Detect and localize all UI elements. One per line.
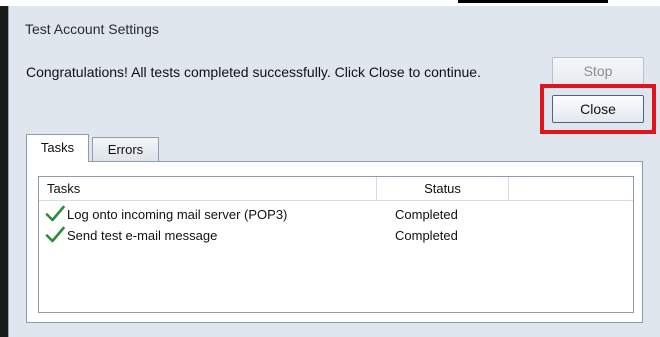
screenshot-page: Test Account Settings Congratulations! A… bbox=[0, 0, 660, 337]
stop-button[interactable]: Stop bbox=[552, 57, 644, 85]
column-header-status[interactable]: Status bbox=[377, 177, 509, 200]
cropped-text-fragment bbox=[458, 0, 608, 3]
title-bar: Test Account Settings bbox=[9, 6, 660, 42]
test-account-settings-dialog: Test Account Settings Congratulations! A… bbox=[8, 6, 660, 337]
tasks-panel: Tasks Status Log onto incoming mail serv… bbox=[26, 161, 643, 323]
window-edge bbox=[0, 6, 8, 337]
column-header-tasks[interactable]: Tasks bbox=[39, 177, 377, 200]
row-task-name: Log onto incoming mail server (POP3) bbox=[67, 207, 288, 222]
close-button[interactable]: Close bbox=[552, 95, 644, 123]
window-title: Test Account Settings bbox=[25, 21, 159, 37]
tab-errors[interactable]: Errors bbox=[92, 137, 159, 162]
table-row[interactable]: Log onto incoming mail server (POP3) Com… bbox=[39, 204, 633, 225]
row-status: Completed bbox=[395, 228, 458, 243]
row-task-name: Send test e-mail message bbox=[67, 228, 218, 243]
column-header-row: Tasks Status bbox=[39, 177, 633, 201]
tab-tasks[interactable]: Tasks bbox=[26, 134, 89, 162]
task-list[interactable]: Tasks Status Log onto incoming mail serv… bbox=[38, 176, 634, 313]
row-status: Completed bbox=[395, 207, 458, 222]
checkmark-icon bbox=[45, 226, 65, 244]
status-message: Congratulations! All tests completed suc… bbox=[26, 64, 481, 80]
table-row[interactable]: Send test e-mail message Completed bbox=[39, 225, 633, 246]
checkmark-icon bbox=[45, 205, 65, 223]
